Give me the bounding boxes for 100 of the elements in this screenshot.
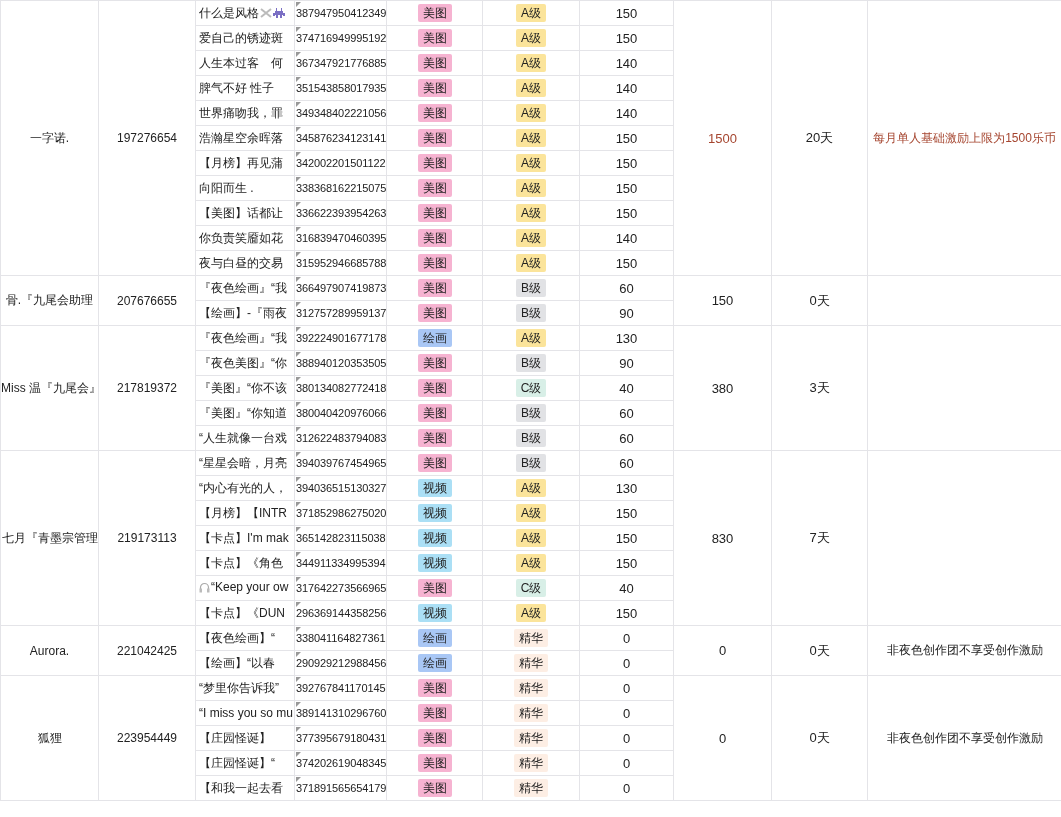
category-tag: 视频 [417, 529, 452, 547]
work-title: 【卡点】I'm mak [199, 529, 289, 547]
comment-marker-icon [296, 752, 301, 757]
work-title: 【卡点】《DUN [199, 604, 285, 622]
points-value: 140 [615, 105, 638, 121]
category-tag: 美图 [417, 179, 452, 197]
days-value: 7天 [809, 530, 830, 545]
category-tag: 美图 [417, 379, 452, 397]
comment-marker-icon [296, 127, 301, 132]
points-value: 130 [615, 480, 638, 496]
category-tag: 美图 [417, 454, 452, 472]
points-value: 60 [619, 280, 634, 296]
work-id: 367347921776885 [296, 57, 387, 69]
days-value: 0天 [809, 730, 830, 745]
total-value: 0 [718, 730, 727, 746]
work-title: 【月榜】【INTR [199, 504, 287, 522]
comment-marker-icon [296, 727, 301, 732]
grade-tag: B级 [516, 279, 546, 297]
comment-marker-icon [296, 227, 301, 232]
category-tag: 美图 [417, 429, 452, 447]
work-title: 『美图』“你不该 [199, 379, 287, 397]
work-title: “星星会暗，月亮 [199, 454, 287, 472]
work-id: 374202619048345 [296, 757, 387, 769]
grade-tag: 精华 [514, 704, 548, 722]
points-value: 150 [615, 180, 638, 196]
points-value: 0 [622, 755, 631, 771]
comment-marker-icon [296, 152, 301, 157]
points-value: 140 [615, 80, 638, 96]
points-value: 0 [622, 630, 631, 646]
user-id: 219173113 [117, 531, 177, 545]
points-value: 140 [615, 230, 638, 246]
points-value: 40 [619, 380, 634, 396]
work-title: 向阳而生 . [199, 179, 254, 197]
category-tag: 美图 [417, 729, 452, 747]
points-value: 150 [615, 155, 638, 171]
comment-marker-icon [296, 527, 301, 532]
grade-tag: A级 [516, 104, 546, 122]
points-value: 90 [619, 305, 634, 321]
grade-tag: 精华 [514, 754, 548, 772]
comment-marker-icon [296, 377, 301, 382]
grade-tag: B级 [516, 454, 546, 472]
user-id: 217819372 [116, 381, 178, 395]
points-value: 150 [615, 530, 638, 546]
points-value: 150 [615, 555, 638, 571]
grade-tag: A级 [516, 529, 546, 547]
work-id: 388940120353505 [296, 357, 387, 369]
category-tag: 美图 [417, 354, 452, 372]
user-id: 207676655 [116, 293, 178, 308]
grade-tag: C级 [515, 579, 547, 597]
grade-tag: A级 [516, 604, 546, 622]
work-id: 351543858017935 [296, 82, 387, 94]
work-title: “Keep your ow [211, 580, 289, 595]
work-title: 『夜色绘画』“我 [199, 279, 287, 297]
points-value: 60 [619, 430, 634, 446]
comment-marker-icon [296, 627, 301, 632]
work-title: 人生本过客 何 [199, 54, 283, 72]
comment-marker-icon [296, 352, 301, 357]
grade-tag: A级 [516, 154, 546, 172]
work-title: 【美图】话都让 [199, 204, 283, 222]
work-id: 336622393954263 [296, 207, 387, 219]
comment-marker-icon [296, 577, 301, 582]
work-title: 【和我一起去看 [199, 779, 283, 797]
comment-marker-icon [296, 477, 301, 482]
work-id: 317642273566965 [296, 582, 387, 594]
work-id: 394036515130327 [296, 482, 387, 494]
work-title: 【月榜】再见蒲 [199, 154, 283, 172]
grade-tag: B级 [516, 429, 546, 447]
points-value: 150 [615, 605, 638, 621]
category-tag: 美图 [417, 79, 452, 97]
work-id: 365142823115038 [296, 532, 386, 544]
work-id: 387947950412349 [296, 7, 387, 19]
user-id: 223954449 [116, 731, 178, 745]
note-text: 每月单人基础激励上限为1500乐币 [873, 130, 1056, 145]
category-tag: 美图 [417, 204, 452, 222]
work-id: 345876234123141 [296, 132, 387, 144]
comment-marker-icon [296, 2, 301, 7]
grade-tag: 精华 [514, 729, 548, 747]
headphones-icon [199, 581, 210, 593]
grade-tag: B级 [516, 354, 546, 372]
total-value: 380 [711, 380, 734, 396]
comment-marker-icon [296, 102, 301, 107]
total-value: 1500 [708, 130, 737, 146]
category-tag: 美图 [417, 754, 452, 772]
comment-marker-icon [296, 77, 301, 82]
work-title: 【庄园怪诞】 [199, 729, 271, 747]
work-title: 浩瀚星空余晖落 [199, 129, 283, 147]
comment-marker-icon [296, 777, 301, 782]
work-id: 392767841170145 [296, 682, 386, 694]
note-text: 非夜色创作团不享受创作激励 [886, 730, 1043, 745]
grade-tag: A级 [516, 4, 546, 22]
work-id: 392224901677178 [296, 332, 387, 344]
comment-marker-icon [296, 427, 301, 432]
work-id: 342002201501122 [296, 157, 386, 169]
work-id: 349348402221056 [296, 107, 387, 119]
category-tag: 视频 [417, 504, 452, 522]
user-name: 狐狸 [37, 730, 62, 745]
points-value: 60 [619, 455, 634, 471]
user-id: 221042425 [116, 643, 178, 658]
work-title: “梦里你告诉我” [199, 679, 279, 697]
category-tag: 美图 [417, 404, 452, 422]
